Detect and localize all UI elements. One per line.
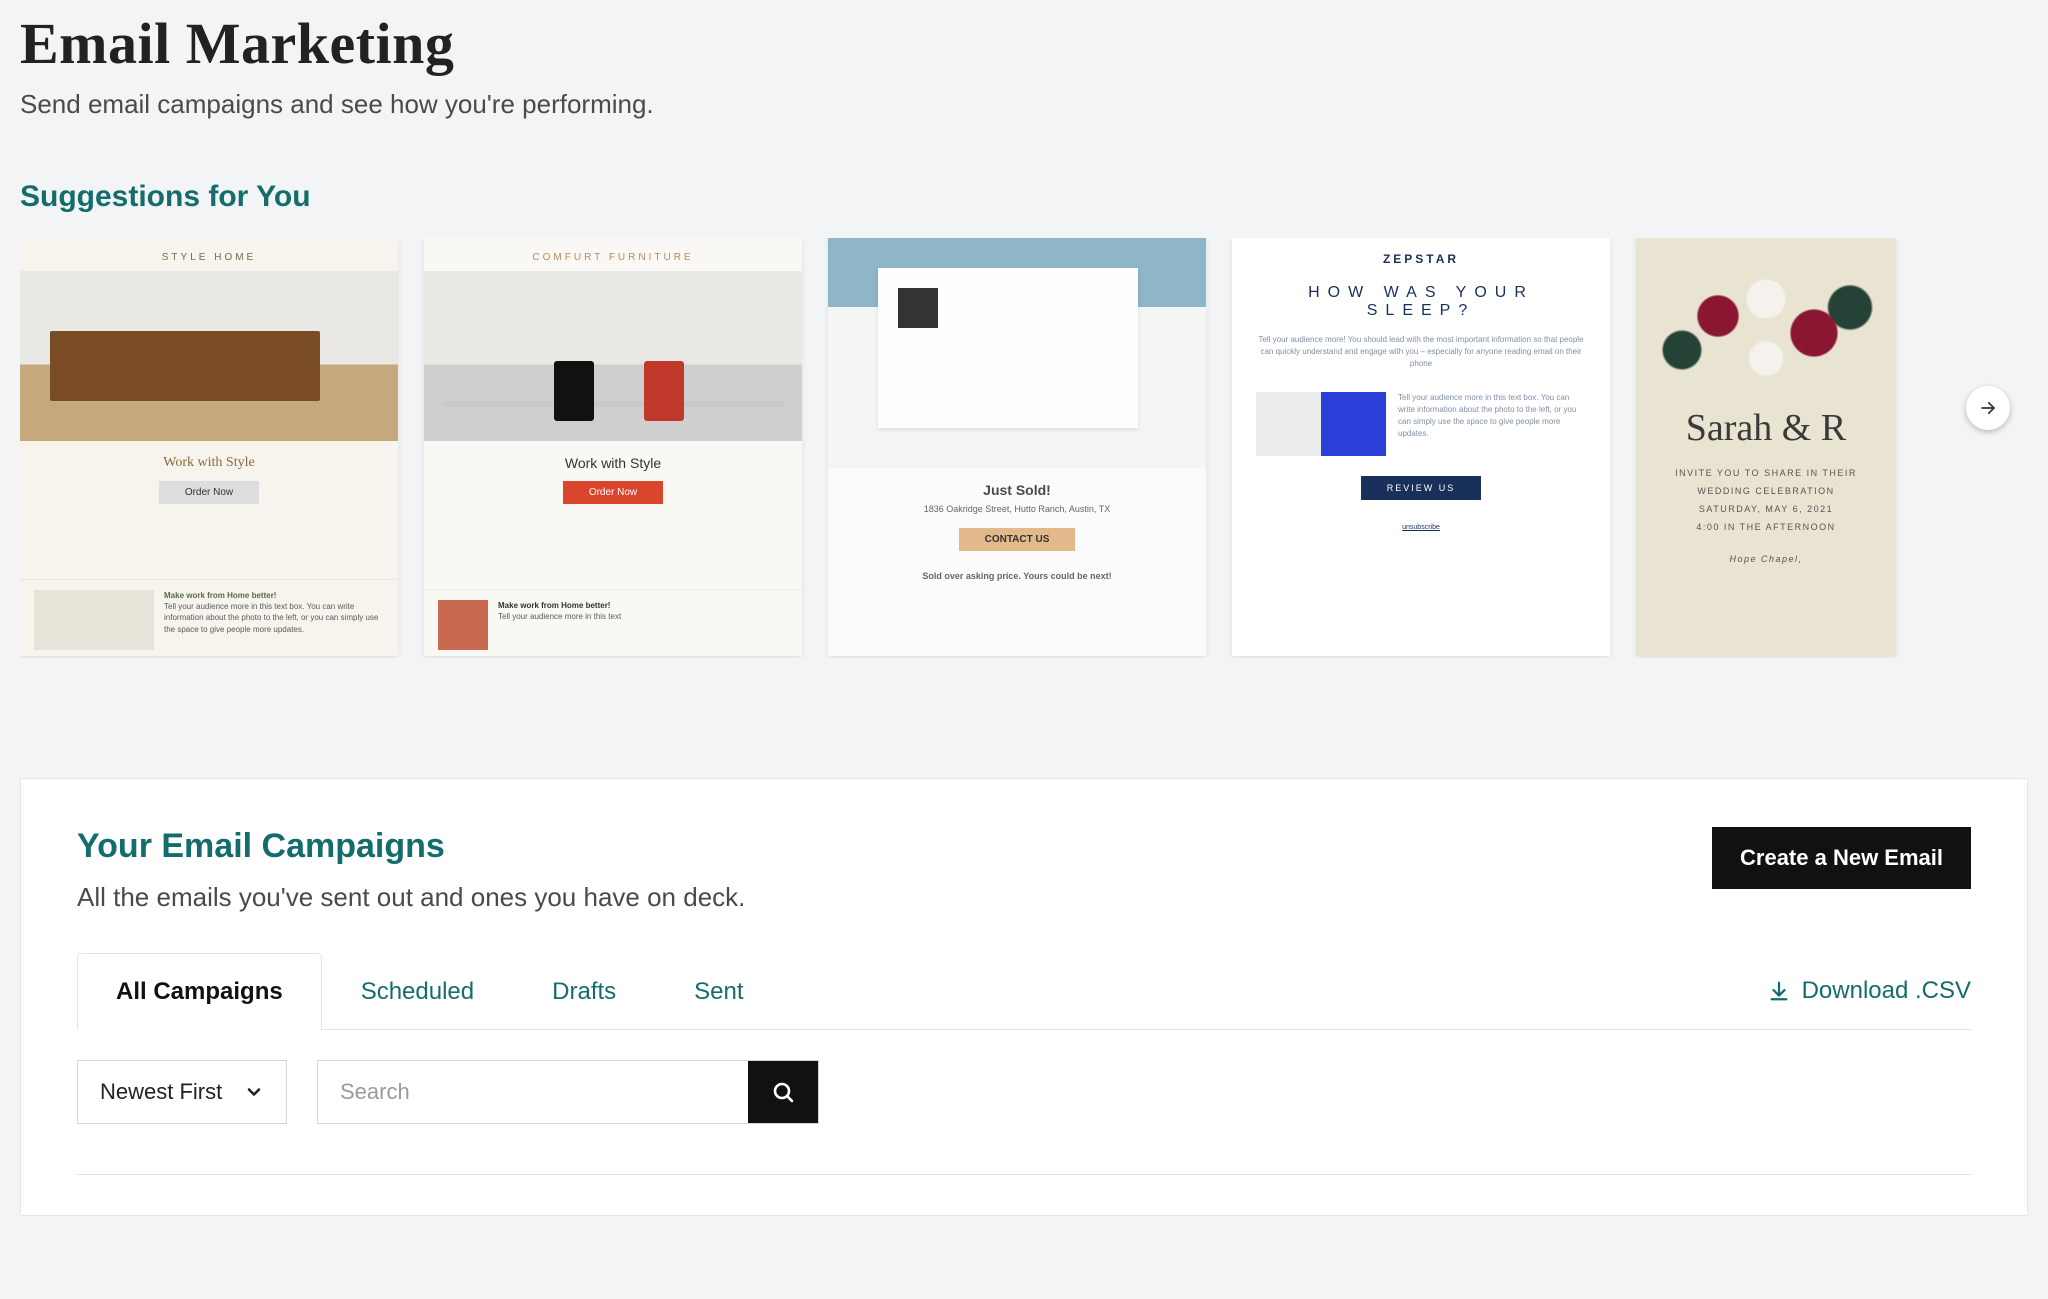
suggestion-card-zepstar[interactable]: ZEPSTAR HOW WAS YOUR SLEEP? Tell your au… xyxy=(1232,238,1610,656)
card-cta: REVIEW US xyxy=(1361,476,1481,500)
card-row-text: Tell your audience more in this text box… xyxy=(1398,392,1586,440)
card-question: HOW WAS YOUR SLEEP? xyxy=(1256,284,1586,320)
card-subline: Tell your audience more! You should lead… xyxy=(1256,334,1586,370)
card-line5: Hope Chapel, xyxy=(1646,554,1886,564)
suggestion-card-comfurt[interactable]: COMFURT FURNITURE Work with Style Order … xyxy=(424,238,802,656)
card-lower-body: Tell your audience more in this text xyxy=(498,611,621,622)
card-headline: Just Sold! xyxy=(842,482,1192,498)
campaigns-panel: Your Email Campaigns All the emails you'… xyxy=(20,778,2028,1216)
card-brand: STYLE HOME xyxy=(20,238,398,271)
card-lower-title: Make work from Home better! xyxy=(164,590,384,601)
card-footer: unsubscribe xyxy=(1256,524,1586,531)
card-headline: Work with Style xyxy=(438,455,788,471)
card-brand: COMFURT FURNITURE xyxy=(424,238,802,271)
tab-scheduled[interactable]: Scheduled xyxy=(322,953,513,1030)
chevron-down-icon xyxy=(244,1082,264,1102)
page-subtitle: Send email campaigns and see how you're … xyxy=(20,89,2028,120)
card-line3: SATURDAY, MAY 6, 2021 xyxy=(1646,504,1886,514)
suggestion-card-just-sold[interactable]: Just Sold! 1836 Oakridge Street, Hutto R… xyxy=(828,238,1206,656)
campaigns-title: Your Email Campaigns xyxy=(77,827,745,866)
suggestion-card-wedding[interactable]: Sarah & R INVITE YOU TO SHARE IN THEIR W… xyxy=(1636,238,1896,656)
card-footline: Sold over asking price. Yours could be n… xyxy=(842,571,1192,581)
campaign-tabs: All Campaigns Scheduled Drafts Sent Down… xyxy=(77,953,1971,1030)
tab-all-campaigns[interactable]: All Campaigns xyxy=(77,953,322,1030)
card-cta: CONTACT US xyxy=(959,528,1076,551)
card-subline: 1836 Oakridge Street, Hutto Ranch, Austi… xyxy=(842,504,1192,514)
download-csv-label: Download .CSV xyxy=(1802,977,1971,1005)
campaigns-divider xyxy=(77,1174,1971,1175)
card-line4: 4:00 IN THE AFTERNOON xyxy=(1646,522,1886,532)
page-title: Email Marketing xyxy=(20,10,2028,77)
download-icon xyxy=(1768,980,1790,1002)
card-headline: Work with Style xyxy=(34,455,384,471)
search-button[interactable] xyxy=(748,1061,818,1123)
card-thumb-image xyxy=(1256,392,1386,456)
card-cta: Order Now xyxy=(159,481,259,504)
card-lower-image xyxy=(34,590,154,650)
card-lower-image xyxy=(438,600,488,650)
suggestions-next-button[interactable] xyxy=(1966,386,2010,430)
card-cta: Order Now xyxy=(563,481,663,504)
sort-select[interactable]: Newest First xyxy=(77,1060,287,1124)
card-line1: INVITE YOU TO SHARE IN THEIR xyxy=(1646,468,1886,478)
card-names: Sarah & R xyxy=(1646,406,1886,450)
tab-sent[interactable]: Sent xyxy=(655,953,782,1030)
suggestions-heading: Suggestions for You xyxy=(20,180,2028,214)
download-csv-link[interactable]: Download .CSV xyxy=(1768,977,1971,1005)
arrow-right-icon xyxy=(1979,399,1997,417)
search-icon xyxy=(771,1080,795,1104)
card-lower-title: Make work from Home better! xyxy=(498,600,621,611)
suggestion-card-style-home[interactable]: STYLE HOME Work with Style Order Now Mak… xyxy=(20,238,398,656)
campaigns-subtitle: All the emails you've sent out and ones … xyxy=(77,882,745,913)
search-input[interactable] xyxy=(318,1061,748,1123)
card-line2: WEDDING CELEBRATION xyxy=(1646,486,1886,496)
card-hero-image xyxy=(1646,248,1886,418)
card-brand: ZEPSTAR xyxy=(1256,252,1586,266)
card-hero-image xyxy=(424,271,802,441)
create-new-email-button[interactable]: Create a New Email xyxy=(1712,827,1971,889)
card-lower-body: Tell your audience more in this text box… xyxy=(164,601,384,635)
card-hero-image xyxy=(20,271,398,441)
sort-select-label: Newest First xyxy=(100,1079,222,1105)
suggestions-row: STYLE HOME Work with Style Order Now Mak… xyxy=(20,238,2028,658)
tab-drafts[interactable]: Drafts xyxy=(513,953,655,1030)
